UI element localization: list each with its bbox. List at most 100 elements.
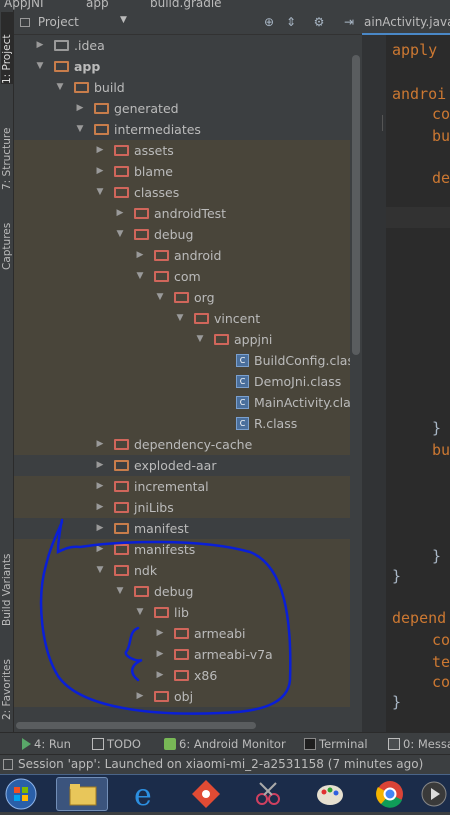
hide-icon[interactable]: ⇥ — [342, 15, 356, 29]
chrome-icon[interactable] — [364, 777, 416, 811]
tree-node[interactable]: ▶ dependency-cache — [14, 434, 350, 455]
file-explorer-icon[interactable] — [56, 777, 108, 811]
expand-arrow-icon[interactable]: ▼ — [194, 329, 206, 350]
collapse-arrow-icon[interactable]: ▶ — [154, 665, 166, 686]
android-monitor-tab[interactable]: 6: Android Monitor — [164, 736, 286, 752]
tree-node-label: armeabi-v7a — [194, 647, 273, 662]
tree-node[interactable]: ▼ debug — [14, 581, 350, 602]
tree-node[interactable]: ▶ androidTest — [14, 203, 350, 224]
internet-explorer-icon[interactable]: e — [118, 777, 170, 813]
tree-node[interactable]: ▶ x86 — [14, 665, 350, 686]
tree-node[interactable]: ▼ debug — [14, 224, 350, 245]
expand-arrow-icon[interactable]: ▼ — [154, 287, 166, 308]
tree-node[interactable]: ▶ manifests — [14, 539, 350, 560]
expand-arrow-icon[interactable]: ▼ — [134, 266, 146, 287]
collapse-arrow-icon[interactable]: ▶ — [154, 644, 166, 665]
scroll-thumb[interactable] — [352, 55, 360, 355]
tree-node[interactable]: ▶ incremental — [14, 476, 350, 497]
expand-arrow-icon[interactable]: ▼ — [34, 56, 46, 77]
collapse-arrow-icon[interactable]: ▶ — [74, 98, 86, 119]
gear-icon[interactable]: ⚙ — [312, 15, 326, 29]
tree-node-label: assets — [134, 143, 174, 158]
tree-node[interactable]: ▼ build — [14, 77, 350, 98]
tree-vertical-scrollbar[interactable] — [350, 35, 362, 719]
tree-horizontal-scrollbar[interactable] — [14, 719, 350, 731]
class-file-icon: C — [236, 354, 249, 367]
tree-node[interactable]: ▼ appjni — [14, 329, 350, 350]
breadcrumb-project[interactable]: AppJNI — [4, 0, 44, 10]
expand-arrow-icon[interactable]: ▼ — [114, 224, 126, 245]
tool-windows-toggle-icon[interactable] — [3, 759, 13, 770]
git-tool-icon[interactable] — [180, 777, 232, 811]
tree-node[interactable]: ▶ obj — [14, 686, 350, 707]
class-file-icon: C — [236, 417, 249, 430]
tree-node[interactable]: ▼ ndk — [14, 560, 350, 581]
tree-node[interactable]: ▶ armeabi — [14, 623, 350, 644]
folder-icon — [154, 250, 169, 261]
tree-node[interactable]: ▼ classes — [14, 182, 350, 203]
media-player-icon[interactable] — [418, 777, 450, 811]
collapse-arrow-icon[interactable]: ▶ — [154, 623, 166, 644]
tab-structure[interactable]: 7: Structure — [1, 110, 13, 190]
expand-arrow-icon[interactable]: ▼ — [74, 119, 86, 140]
hscroll-thumb[interactable] — [16, 722, 256, 729]
expand-arrow-icon[interactable]: ▼ — [114, 581, 126, 602]
expand-arrow-icon[interactable]: ▼ — [54, 77, 66, 98]
collapse-arrow-icon[interactable]: ▶ — [94, 434, 106, 455]
tree-node[interactable]: ▶ exploded-aar — [14, 455, 350, 476]
collapse-arrow-icon[interactable]: ▶ — [94, 455, 106, 476]
tree-node-label: jniLibs — [134, 500, 174, 515]
collapse-arrow-icon[interactable]: ▶ — [94, 140, 106, 161]
collapse-arrow-icon[interactable]: ▶ — [114, 203, 126, 224]
tree-node[interactable]: ▶ jniLibs — [14, 497, 350, 518]
tree-node[interactable]: ▼ intermediates — [14, 119, 350, 140]
tab-project[interactable]: 1: Project — [1, 12, 13, 84]
collapse-arrow-icon[interactable]: ▶ — [134, 245, 146, 266]
paint-icon[interactable] — [304, 777, 356, 811]
collapse-arrow-icon[interactable]: ▶ — [94, 161, 106, 182]
tree-node[interactable]: ▼ com — [14, 266, 350, 287]
tab-build-variants[interactable]: Build Variants — [1, 530, 13, 626]
tree-node[interactable]: ▶ .idea — [14, 35, 350, 56]
collapse-arrow-icon[interactable]: ▶ — [94, 497, 106, 518]
tree-node[interactable]: ▼ lib — [14, 602, 350, 623]
messages-tab[interactable]: 0: Messa — [388, 736, 450, 752]
breadcrumb-file[interactable]: build.gradle — [150, 0, 222, 10]
expand-arrow-icon[interactable]: ▼ — [134, 602, 146, 623]
terminal-tab[interactable]: Terminal — [304, 736, 368, 752]
tree-node[interactable]: C BuildConfig.class — [14, 350, 350, 371]
start-orb-icon[interactable] — [2, 777, 40, 811]
tree-node[interactable]: ▶ blame — [14, 161, 350, 182]
tree-node[interactable]: ▶ manifest — [14, 518, 350, 539]
tree-node[interactable]: ▼ vincent — [14, 308, 350, 329]
tree-node[interactable]: C MainActivity.class — [14, 392, 350, 413]
collapse-arrow-icon[interactable]: ▶ — [134, 686, 146, 707]
project-view-selector[interactable]: Project ▼ — [20, 15, 138, 31]
tree-node[interactable]: ▶ android — [14, 245, 350, 266]
expand-arrow-icon[interactable]: ▼ — [174, 308, 186, 329]
expand-arrow-icon[interactable]: ▼ — [94, 560, 106, 581]
code-editor[interactable]: ainActivity.java apply androi co bu de} bu}} d… — [362, 11, 450, 732]
collapse-arrow-icon[interactable]: ▶ — [34, 35, 46, 56]
tree-node[interactable]: C DemoJni.class — [14, 371, 350, 392]
breadcrumb-module[interactable]: app — [86, 0, 109, 10]
tree-node[interactable]: ▼ org — [14, 287, 350, 308]
snipping-tool-icon[interactable] — [242, 777, 294, 811]
tree-node[interactable]: C R.class — [14, 413, 350, 434]
tab-captures[interactable]: Captures — [1, 208, 13, 270]
tree-node[interactable]: ▶ armeabi-v7a — [14, 644, 350, 665]
collapse-arrow-icon[interactable]: ▶ — [94, 539, 106, 560]
locate-icon[interactable]: ⊕ — [262, 15, 276, 29]
collapse-arrow-icon[interactable]: ▶ — [94, 518, 106, 539]
collapse-arrow-icon[interactable]: ▶ — [94, 476, 106, 497]
class-file-icon: C — [236, 396, 249, 409]
tree-node[interactable]: ▶ generated — [14, 98, 350, 119]
tree-node[interactable]: ▶ assets — [14, 140, 350, 161]
run-tab[interactable]: 4: Run — [22, 736, 71, 752]
expand-arrow-icon[interactable]: ▼ — [94, 182, 106, 203]
editor-tab-main-activity[interactable]: ainActivity.java — [362, 11, 450, 35]
tree-node[interactable]: ▼ app — [14, 56, 350, 77]
collapse-icon[interactable]: ⇕ — [284, 15, 298, 29]
todo-tab[interactable]: TODO — [92, 736, 141, 752]
tab-favorites[interactable]: 2: Favorites — [1, 642, 13, 720]
